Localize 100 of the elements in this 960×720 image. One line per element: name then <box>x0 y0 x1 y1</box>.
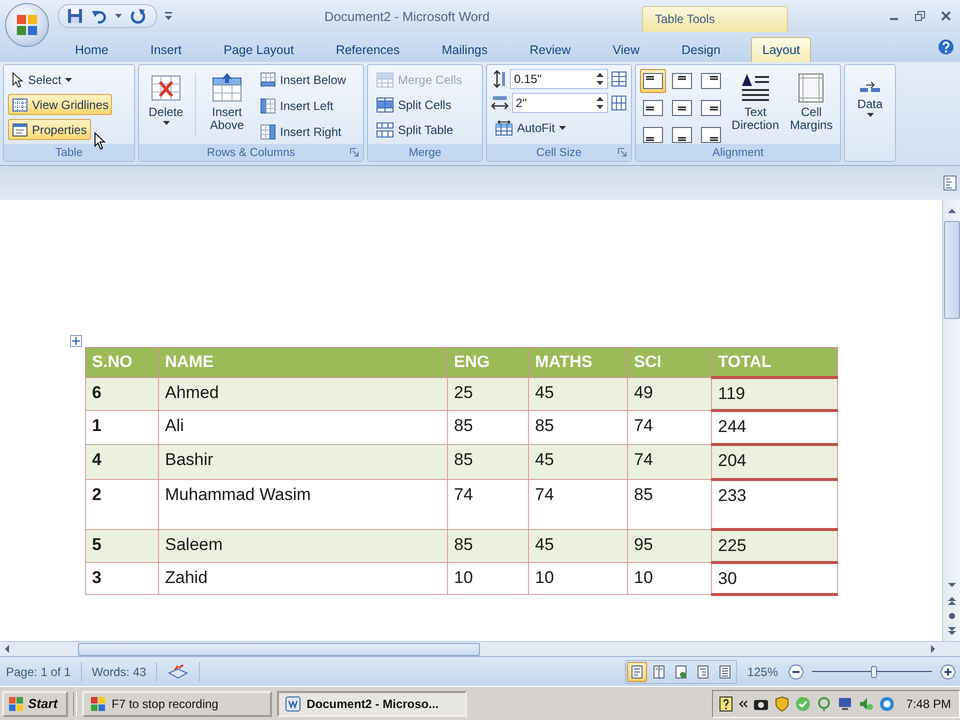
column-width-field[interactable]: 2" <box>512 93 608 113</box>
table-cell: 25 <box>448 378 528 410</box>
speaker-icon[interactable] <box>858 696 874 712</box>
spinner-icon[interactable] <box>596 96 604 110</box>
merge-cells-icon <box>376 72 394 88</box>
redo-icon[interactable] <box>130 8 146 24</box>
row-height-field[interactable]: 0.15" <box>510 69 608 89</box>
autofit-button[interactable]: AutoFit <box>491 117 570 139</box>
data-button[interactable]: Data <box>847 77 893 120</box>
proofing-icon[interactable] <box>167 664 190 680</box>
scroll-thumb[interactable] <box>78 642 480 656</box>
split-cells-button[interactable]: Split Cells <box>372 94 456 115</box>
column-header: MATHS <box>528 348 628 378</box>
insert-row-below-icon <box>260 72 276 88</box>
office-button[interactable] <box>5 3 49 47</box>
caret-icon <box>866 113 874 117</box>
save-icon[interactable] <box>67 8 83 24</box>
ribbon-tab[interactable]: Insert <box>139 37 193 62</box>
distribute-columns-icon[interactable] <box>611 95 627 111</box>
table-cell: 119 <box>712 378 838 410</box>
distribute-rows-icon[interactable] <box>611 71 627 87</box>
chevron-icon[interactable] <box>738 698 748 708</box>
table-cell: 10 <box>528 562 628 594</box>
monitor-icon[interactable] <box>837 696 854 712</box>
word-count[interactable]: Words: 43 <box>92 664 146 678</box>
check-badge-icon[interactable] <box>795 696 812 712</box>
table-cell: 45 <box>528 444 628 480</box>
taskbar-button[interactable]: F7 to stop recording <box>82 690 272 716</box>
spinner-icon[interactable] <box>596 72 604 86</box>
group-title: Merge <box>408 146 442 158</box>
pointer-icon <box>12 72 24 88</box>
dialog-launcher-icon[interactable] <box>618 148 627 157</box>
table-cell: 85 <box>448 444 528 480</box>
page-count[interactable]: Page: 1 of 1 <box>6 664 71 678</box>
text-align-icon <box>701 73 721 89</box>
ribbon-tab[interactable]: View <box>602 37 650 62</box>
windows-logo-icon <box>8 696 24 712</box>
restore-icon[interactable] <box>914 10 926 22</box>
customize-icon[interactable] <box>165 12 172 20</box>
text-align-icon <box>643 100 663 116</box>
column-header: NAME <box>158 348 448 378</box>
delete-button[interactable]: Delete <box>143 69 189 128</box>
cell-alignment-button[interactable] <box>640 69 666 93</box>
ruler-icon[interactable] <box>943 175 957 191</box>
start-button[interactable]: Start <box>2 690 68 716</box>
taskbar-button[interactable]: Document2 - Microso... <box>276 690 467 716</box>
slider-thumb[interactable] <box>871 666 878 678</box>
insert-right-button[interactable]: Insert Right <box>256 121 346 143</box>
help-icon[interactable] <box>938 39 954 55</box>
view-gridlines-button[interactable]: View Gridlines <box>8 94 112 115</box>
ribbon-tab[interactable]: References <box>324 37 411 62</box>
table-cell: 204 <box>712 444 838 480</box>
zoom-in-icon[interactable] <box>940 664 956 680</box>
ribbon-tab[interactable]: Review <box>518 37 582 62</box>
group-title: Cell Size <box>536 146 582 158</box>
shield-icon[interactable] <box>774 696 790 712</box>
ribbon-tab[interactable]: Page Layout <box>212 37 305 62</box>
mouse-pointer-icon <box>94 132 106 150</box>
undo-icon[interactable] <box>91 8 107 24</box>
lines-icon <box>718 664 732 678</box>
zoom-out-icon[interactable] <box>788 664 804 680</box>
zoom-level[interactable]: 125% <box>747 664 778 678</box>
dialog-launcher-icon[interactable] <box>350 148 359 157</box>
outline-icon <box>696 664 710 678</box>
ribbon-tab[interactable]: Home <box>64 37 120 62</box>
close-icon[interactable] <box>940 10 952 22</box>
insert-column-right-icon <box>260 124 276 140</box>
document-icon <box>284 696 301 712</box>
view-button[interactable] <box>627 662 648 682</box>
properties-button[interactable]: Properties <box>8 119 91 140</box>
help-icon[interactable] <box>719 696 734 712</box>
table-cell: 10 <box>628 562 712 594</box>
cell-margins-button[interactable]: Cell Margins <box>786 69 836 135</box>
text-align-icon <box>672 73 692 89</box>
ring-icon[interactable] <box>879 696 896 712</box>
caret-icon <box>162 121 170 125</box>
column-header: SCI <box>628 348 712 378</box>
scroll-thumb[interactable] <box>944 221 960 319</box>
split-table-button[interactable]: Split Table <box>372 119 458 140</box>
page-icon <box>630 664 644 678</box>
text-direction-icon <box>739 72 772 104</box>
insert-above-button[interactable]: Insert Above <box>202 69 252 135</box>
ribbon-tab[interactable]: Design <box>670 37 732 62</box>
split-table-icon <box>376 122 394 138</box>
table-cell: 30 <box>712 562 838 594</box>
ribbon-tab[interactable]: Mailings <box>430 37 499 62</box>
text-align-icon <box>672 127 692 143</box>
table-cell: Zahid <box>158 562 448 594</box>
ribbon-tab[interactable]: Layout <box>751 37 811 62</box>
insert-left-button[interactable]: Insert Left <box>256 95 338 117</box>
table-move-handle-icon[interactable] <box>70 335 82 347</box>
table-cell: 45 <box>528 530 628 562</box>
table-cell: 5 <box>86 530 158 562</box>
insert-below-button[interactable]: Insert Below <box>256 69 350 91</box>
table-cell: 4 <box>86 444 158 480</box>
select-button[interactable]: Select <box>8 69 76 90</box>
text-direction-button[interactable]: Text Direction <box>728 69 783 135</box>
office-logo-icon <box>16 14 38 36</box>
text-align-icon <box>672 100 692 116</box>
caret-icon[interactable] <box>115 14 122 18</box>
